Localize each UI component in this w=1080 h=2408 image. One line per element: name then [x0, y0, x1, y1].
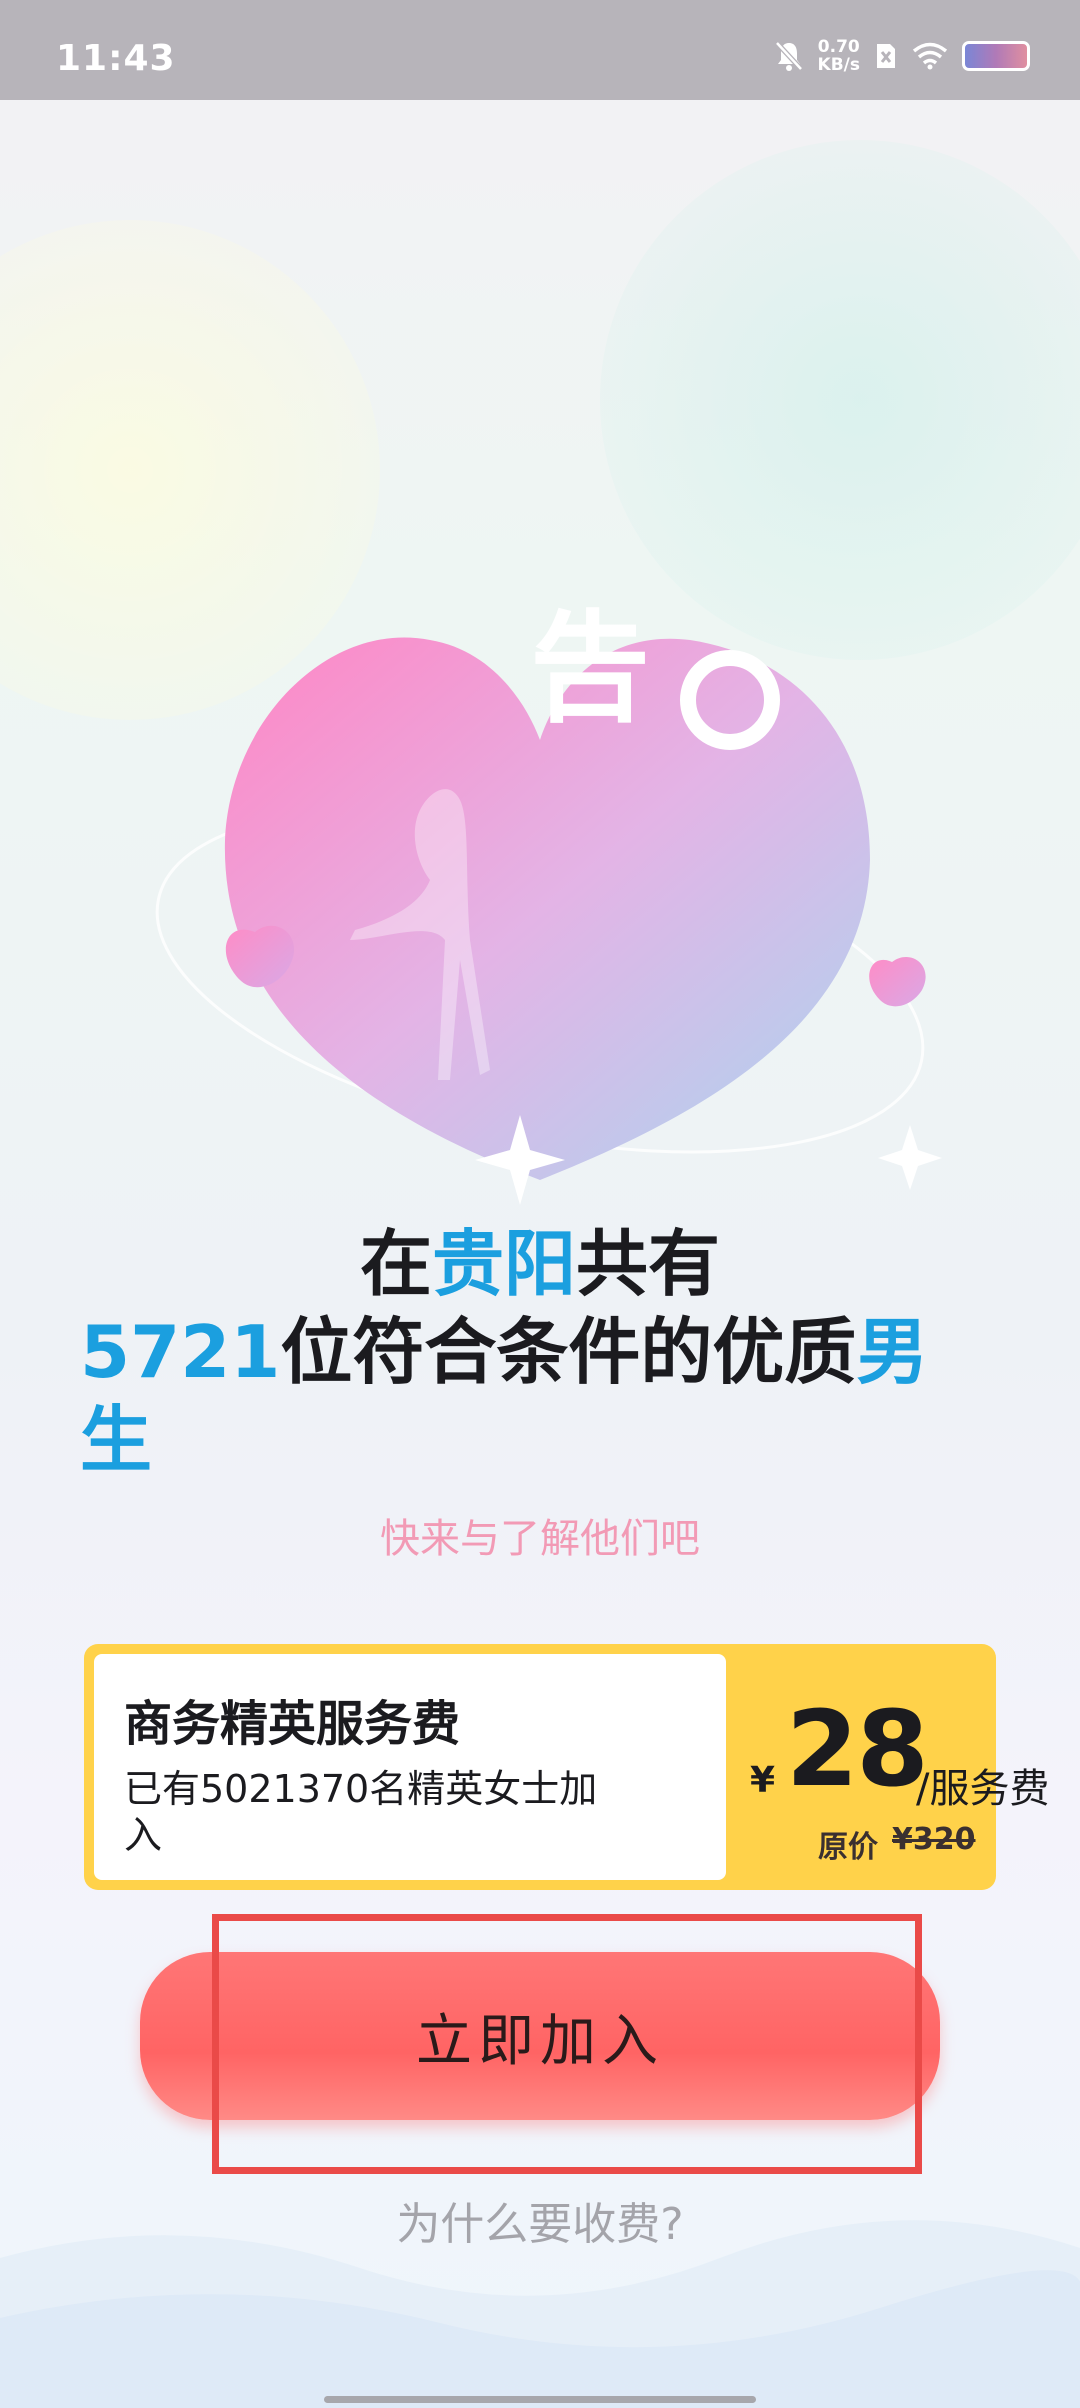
- headline-line-2: 5721位符合条件的优质男生: [80, 1308, 1000, 1484]
- match-count: 5721: [80, 1310, 281, 1394]
- battery-icon: [962, 41, 1030, 71]
- service-title: 商务精英服务费: [124, 1696, 461, 1752]
- speed-unit: KB/s: [817, 55, 860, 75]
- city-name: 贵阳: [431, 1222, 576, 1306]
- headline-text: 位符合条件的优质: [280, 1310, 857, 1394]
- price-block: ¥ 28 /服务费 原价 ¥320: [726, 1644, 1049, 1890]
- service-fee-card[interactable]: 商务精英服务费 已有5021370名精英女士加入 ¥ 28 /服务费 原价 ¥3…: [84, 1644, 1049, 1890]
- svg-text:告: 告: [530, 600, 650, 739]
- service-description: 已有5021370名精英女士加入: [124, 1767, 598, 1857]
- currency-symbol: ¥: [750, 1760, 776, 1801]
- headline-text: 在: [359, 1222, 432, 1306]
- headline-text: 共有: [576, 1222, 721, 1306]
- headline: 在贵阳共有 5721位符合条件的优质男生: [80, 1220, 1000, 1484]
- highlight-box: [212, 1914, 922, 2174]
- status-bar: 11:43 0.70 KB/s: [0, 0, 1080, 100]
- speed-value: 0.70: [817, 37, 860, 57]
- home-indicator[interactable]: [324, 2396, 756, 2403]
- original-price-label: 原价: [818, 1830, 878, 1865]
- subtitle: 快来与了解他们吧: [380, 1516, 700, 1562]
- service-info: 商务精英服务费 已有5021370名精英女士加入: [94, 1654, 726, 1880]
- network-speed: 0.70 KB/s: [818, 38, 860, 74]
- wifi-icon: [912, 42, 948, 70]
- mute-icon: [774, 41, 803, 71]
- sim-icon: [877, 44, 895, 68]
- why-charge-link[interactable]: 为什么要收费?: [0, 2188, 1080, 2252]
- status-icons: 0.70 KB/s: [774, 36, 1030, 76]
- headline-line-1: 在贵阳共有: [80, 1220, 1000, 1308]
- price-unit: /服务费: [916, 1766, 1050, 1812]
- status-time: 11:43: [56, 38, 176, 79]
- bottom-wave-decoration: [0, 2220, 1080, 2408]
- price-value: 28: [786, 1688, 929, 1810]
- hero-heart-illustration: 告: [155, 600, 942, 1205]
- original-price: ¥320: [892, 1822, 976, 1857]
